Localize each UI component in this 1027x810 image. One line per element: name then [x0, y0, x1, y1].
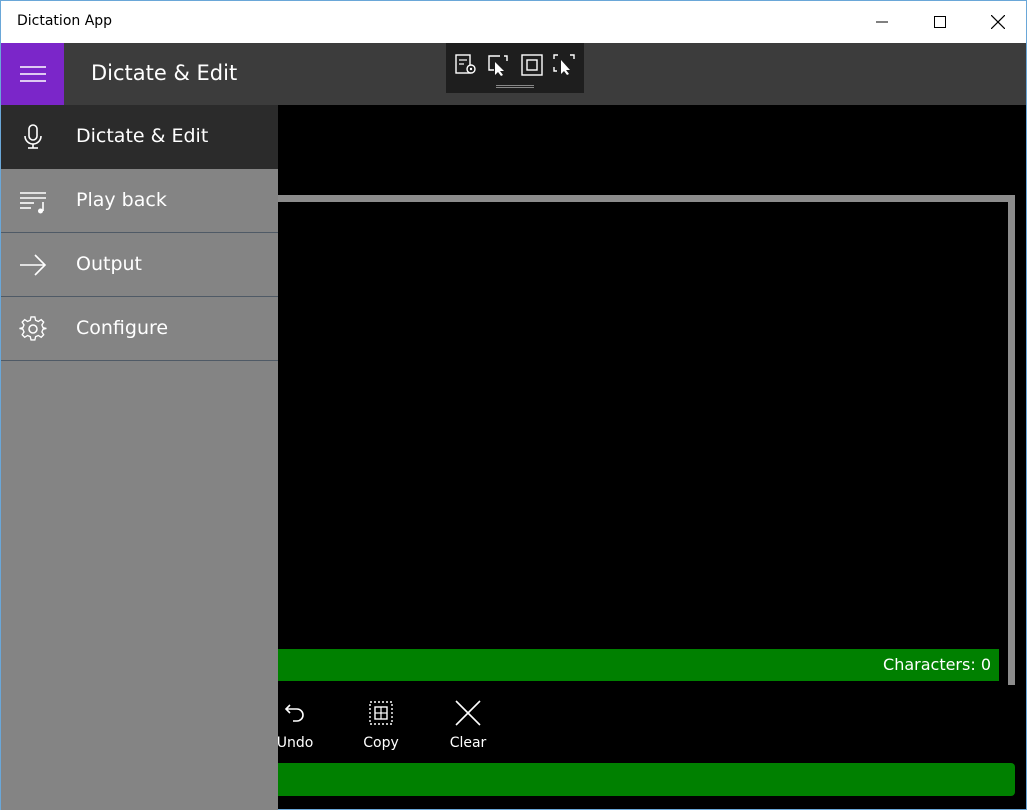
live-visual-tree-toolbar — [446, 43, 584, 93]
window-title: Dictation App — [17, 13, 113, 29]
dictation-text-area[interactable] — [277, 195, 1015, 685]
minimize-icon — [876, 21, 888, 23]
nav-item-label: Dictate & Edit — [76, 125, 209, 147]
nav-item-play-back[interactable]: Play back — [1, 169, 278, 233]
copy-label: Copy — [363, 735, 399, 751]
clear-icon — [455, 700, 481, 726]
track-focus-icon[interactable] — [552, 53, 576, 77]
copy-icon — [369, 701, 393, 725]
nav-item-configure[interactable]: Configure — [1, 297, 278, 361]
select-element-icon[interactable] — [486, 53, 510, 77]
status-bar: Characters: 0 — [277, 649, 999, 681]
gear-icon — [19, 316, 47, 341]
arrow-right-icon — [20, 254, 47, 276]
app-window: Dictation App Dictate & Edit Characters:… — [0, 0, 1027, 810]
toolbar-grip[interactable] — [496, 85, 534, 88]
hamburger-menu-button[interactable] — [1, 43, 64, 105]
minimize-button[interactable] — [853, 1, 911, 43]
bottom-status-bar — [277, 763, 1015, 796]
maximize-icon — [934, 16, 946, 28]
playlist-icon — [20, 192, 46, 214]
character-count: Characters: 0 — [883, 655, 991, 674]
inspect-tree-icon[interactable] — [454, 53, 478, 77]
close-button[interactable] — [969, 1, 1027, 43]
page-title: Dictate & Edit — [91, 61, 238, 85]
navigation-pane: Dictate & Edit Play back Output Configur… — [1, 105, 278, 810]
display-layout-adorners-icon[interactable] — [520, 53, 544, 77]
close-icon — [991, 15, 1005, 29]
clear-button[interactable]: Clear — [438, 699, 498, 751]
nav-item-label: Output — [76, 253, 142, 275]
undo-icon — [284, 704, 304, 722]
copy-button[interactable]: Copy — [351, 699, 411, 751]
nav-item-label: Play back — [76, 189, 167, 211]
maximize-button[interactable] — [911, 1, 969, 43]
hamburger-icon — [19, 66, 46, 82]
clear-label: Clear — [449, 735, 487, 751]
nav-item-dictate-edit[interactable]: Dictate & Edit — [1, 105, 278, 169]
microphone-icon — [24, 124, 42, 149]
nav-item-output[interactable]: Output — [1, 233, 278, 297]
title-bar: Dictation App — [1, 1, 1026, 43]
nav-item-label: Configure — [76, 317, 169, 339]
